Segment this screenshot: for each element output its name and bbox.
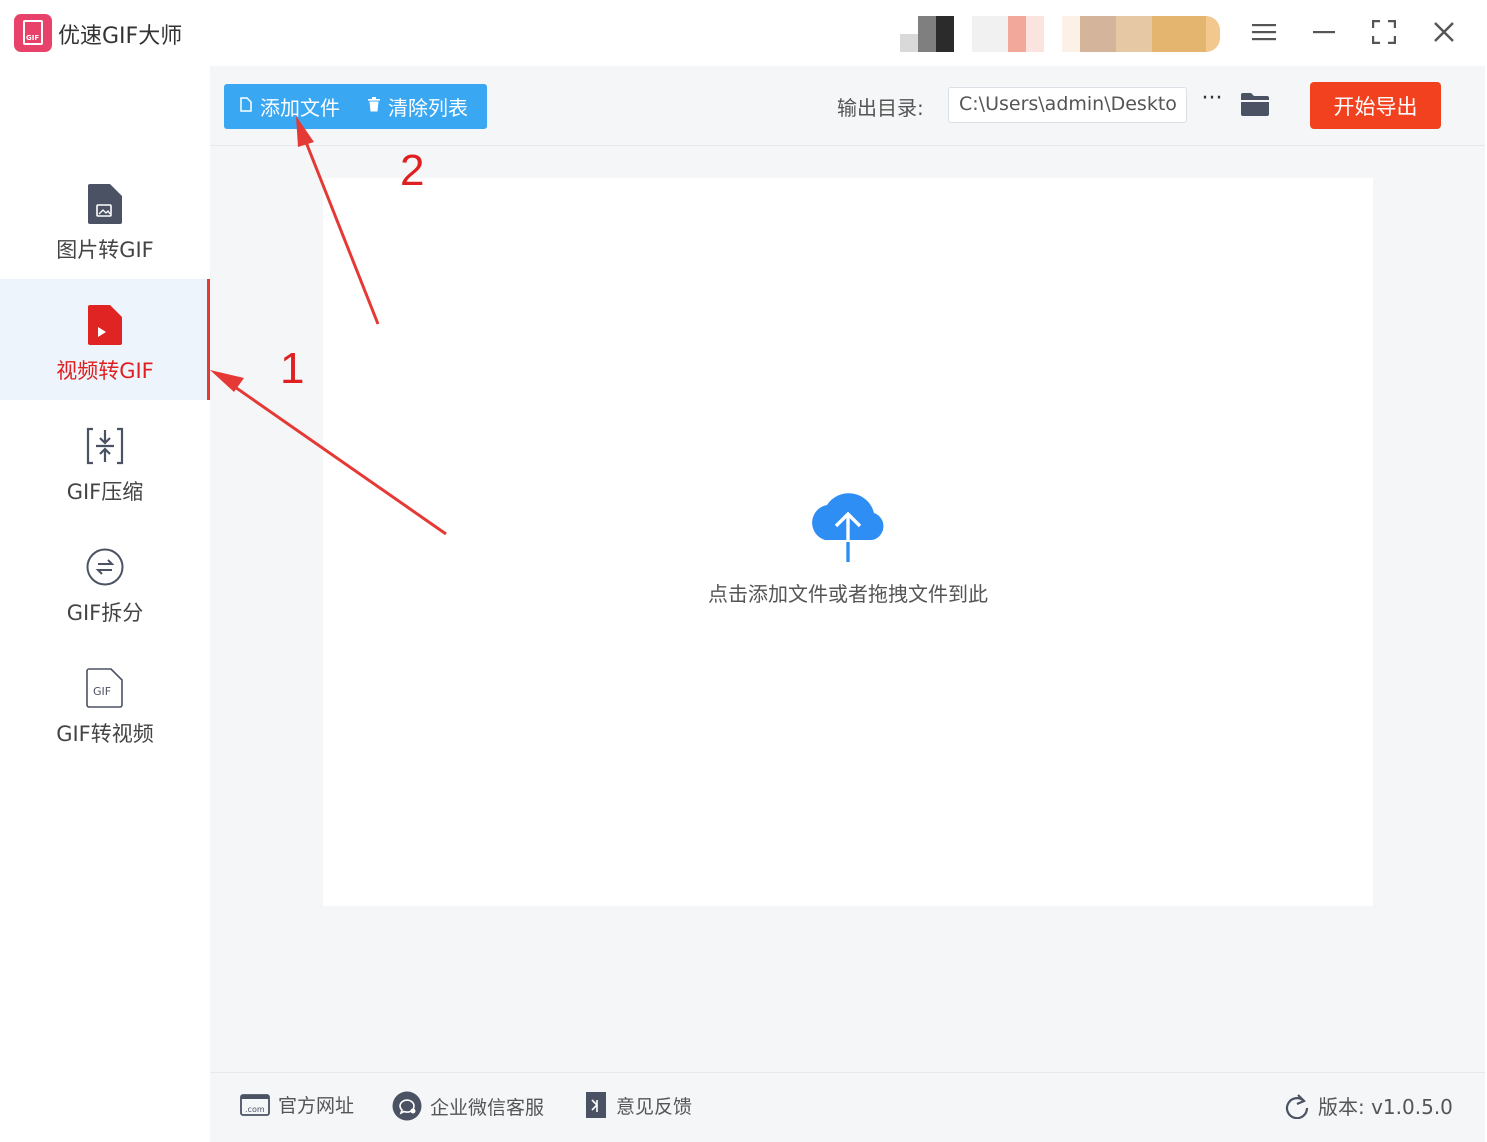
step-number-2: 2 — [400, 146, 425, 195]
video-file-icon — [85, 303, 125, 347]
sidebar-item-gif-split[interactable]: GIF拆分 — [0, 521, 210, 642]
minimize-icon[interactable] — [1304, 14, 1344, 50]
wechat-service-link[interactable]: 企业微信客服 — [392, 1091, 544, 1121]
version-label: 版本: v1.0.5.0 — [1318, 1095, 1453, 1119]
sidebar-item-image-to-gif[interactable]: 图片转GIF — [0, 158, 210, 279]
gif-file-icon: GIF — [85, 666, 125, 710]
clear-list-label: 清除列表 — [388, 96, 468, 120]
sidebar-item-video-to-gif[interactable]: 视频转GIF — [0, 279, 210, 400]
svg-text:.com: .com — [245, 1105, 265, 1114]
sidebar-item-gif-compress[interactable]: GIF压缩 — [0, 400, 210, 521]
app-logo-text: GIF — [26, 34, 40, 42]
clear-list-button[interactable]: 清除列表 — [354, 84, 468, 129]
sidebar: 图片转GIF 视频转GIF GIF压缩 GIF拆分 GIF GIF转视频 — [0, 66, 210, 1142]
footer-bar: .com 官方网址 企业微信客服 意见反馈 版本: v1.0.5.0 — [210, 1072, 1485, 1142]
version-info[interactable]: 版本: v1.0.5.0 — [1284, 1091, 1453, 1120]
compress-icon — [85, 424, 125, 468]
toolbar: 添加文件 清除列表 输出目录: C:\Users\admin\Deskto ··… — [210, 66, 1485, 146]
feedback-label: 意见反馈 — [616, 1095, 693, 1118]
main-panel: 添加文件 清除列表 输出目录: C:\Users\admin\Deskto ··… — [210, 66, 1485, 1142]
step-number-1: 1 — [280, 344, 305, 393]
title-bar: GIF 优速GIF大师 — [0, 0, 1487, 66]
browse-more-button[interactable]: ··· — [1198, 86, 1226, 122]
menu-icon[interactable] — [1244, 14, 1284, 50]
add-files-label: 添加文件 — [260, 96, 340, 120]
file-button-group: 添加文件 清除列表 — [224, 84, 487, 129]
open-folder-icon[interactable] — [1240, 91, 1272, 119]
close-icon[interactable] — [1424, 14, 1464, 50]
sidebar-item-label: GIF转视频 — [56, 722, 154, 746]
drop-hint: 点击添加文件或者拖拽文件到此 — [708, 582, 988, 606]
file-drop-zone[interactable]: 点击添加文件或者拖拽文件到此 — [323, 178, 1373, 906]
chat-icon — [392, 1091, 422, 1121]
trash-icon — [368, 97, 380, 116]
website-link[interactable]: .com 官方网址 — [240, 1091, 354, 1118]
feedback-icon — [584, 1091, 608, 1119]
wechat-service-label: 企业微信客服 — [430, 1096, 545, 1119]
svg-text:GIF: GIF — [93, 685, 111, 698]
split-icon — [85, 545, 125, 589]
website-icon: .com — [240, 1092, 270, 1118]
file-icon — [240, 97, 252, 116]
cloud-upload-icon — [803, 486, 893, 566]
app-title: 优速GIF大师 — [58, 24, 183, 49]
output-dir-label: 输出目录: — [837, 96, 924, 120]
refresh-icon — [1284, 1093, 1310, 1119]
sidebar-item-label: GIF拆分 — [66, 601, 144, 625]
add-files-button[interactable]: 添加文件 — [224, 84, 354, 129]
feedback-link[interactable]: 意见反馈 — [584, 1091, 692, 1119]
output-dir-field[interactable]: C:\Users\admin\Deskto — [948, 87, 1187, 123]
app-logo: GIF — [14, 14, 52, 52]
sidebar-item-label: GIF压缩 — [66, 480, 144, 504]
sidebar-item-gif-to-video[interactable]: GIF GIF转视频 — [0, 642, 210, 763]
sidebar-item-label: 视频转GIF — [56, 359, 154, 383]
image-file-icon — [85, 182, 125, 226]
sidebar-item-label: 图片转GIF — [56, 238, 154, 262]
start-export-button[interactable]: 开始导出 — [1310, 82, 1441, 129]
website-label: 官方网址 — [278, 1095, 355, 1117]
maximize-icon[interactable] — [1364, 14, 1404, 50]
